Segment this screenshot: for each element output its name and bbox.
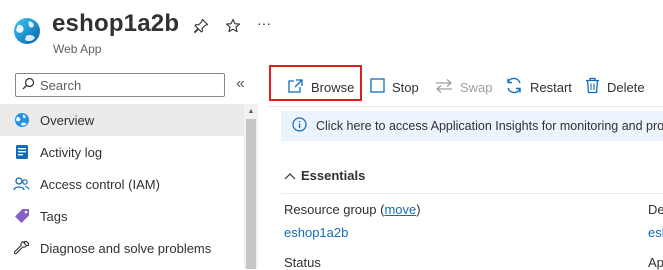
sidebar-item-label: Overview [40, 112, 95, 128]
web-app-globe-icon [13, 17, 41, 45]
stop-button[interactable]: Stop [370, 72, 419, 102]
sidebar-item-overview[interactable]: Overview [0, 104, 244, 136]
restart-refresh-icon [505, 77, 523, 97]
delete-button[interactable]: Delete [585, 72, 645, 102]
browse-open-icon [287, 78, 304, 97]
browse-label: Browse [311, 79, 355, 95]
swap-arrows-icon [435, 78, 453, 97]
right-column-label-truncated: De [648, 202, 663, 217]
status-label: Status [284, 255, 321, 270]
restart-button[interactable]: Restart [505, 72, 572, 102]
resource-type-subtitle: Web App [53, 42, 102, 56]
sidebar-item-tags[interactable]: Tags [0, 200, 244, 232]
restart-label: Restart [530, 79, 572, 95]
sidebar-nav: Overview Activity log Access control (IA… [0, 104, 244, 264]
scroll-up-arrow-icon[interactable]: ▲ [246, 106, 256, 116]
sidebar-item-label: Access control (IAM) [40, 176, 160, 192]
sidebar-item-label: Activity log [40, 144, 103, 160]
right-column-label2-truncated: Ap [648, 255, 663, 270]
sidebar-scrollbar-thumb[interactable] [246, 119, 256, 269]
star-favorite-icon[interactable] [224, 17, 242, 35]
sidebar-item-label: Diagnose and solve problems [40, 240, 212, 256]
essentials-divider [281, 193, 663, 194]
resource-group-label: Resource group (move) [284, 202, 421, 217]
delete-label: Delete [607, 79, 645, 95]
essentials-toggle[interactable]: Essentials [284, 168, 365, 183]
sidebar-item-label: Tags [40, 208, 68, 224]
people-icon [13, 176, 30, 193]
app-insights-info-banner[interactable]: Click here to access Application Insight… [281, 111, 663, 141]
resource-group-value-link[interactable]: eshop1a2b [284, 225, 348, 240]
sidebar-item-access-control[interactable]: Access control (IAM) [0, 168, 244, 200]
right-column-value-link-truncated[interactable]: esh [648, 225, 663, 240]
more-options-icon[interactable]: ··· [255, 14, 273, 32]
wrench-icon [13, 240, 30, 257]
chevron-up-icon [284, 168, 296, 183]
move-resource-group-link[interactable]: move [384, 202, 416, 217]
toolbar-divider [267, 106, 663, 107]
stop-square-icon [370, 78, 385, 96]
stop-label: Stop [392, 79, 419, 95]
swap-button[interactable]: Swap [435, 72, 493, 102]
globe-icon [13, 112, 30, 129]
trash-icon [585, 77, 600, 97]
sidebar-search-box[interactable] [15, 73, 225, 97]
search-input[interactable] [40, 77, 210, 93]
info-icon [292, 117, 307, 135]
sidebar-item-diagnose[interactable]: Diagnose and solve problems [0, 232, 244, 264]
swap-label: Swap [460, 79, 493, 95]
search-icon [22, 77, 35, 93]
page-title: eshop1a2b [52, 10, 180, 37]
essentials-label: Essentials [301, 168, 366, 183]
banner-text: Click here to access Application Insight… [316, 119, 663, 133]
collapse-sidebar-icon[interactable]: « [236, 76, 252, 93]
browse-button[interactable]: Browse [287, 72, 354, 102]
sidebar-item-activity-log[interactable]: Activity log [0, 136, 244, 168]
pin-icon[interactable] [192, 17, 210, 35]
tag-icon [13, 208, 30, 225]
activity-log-icon [13, 144, 30, 161]
